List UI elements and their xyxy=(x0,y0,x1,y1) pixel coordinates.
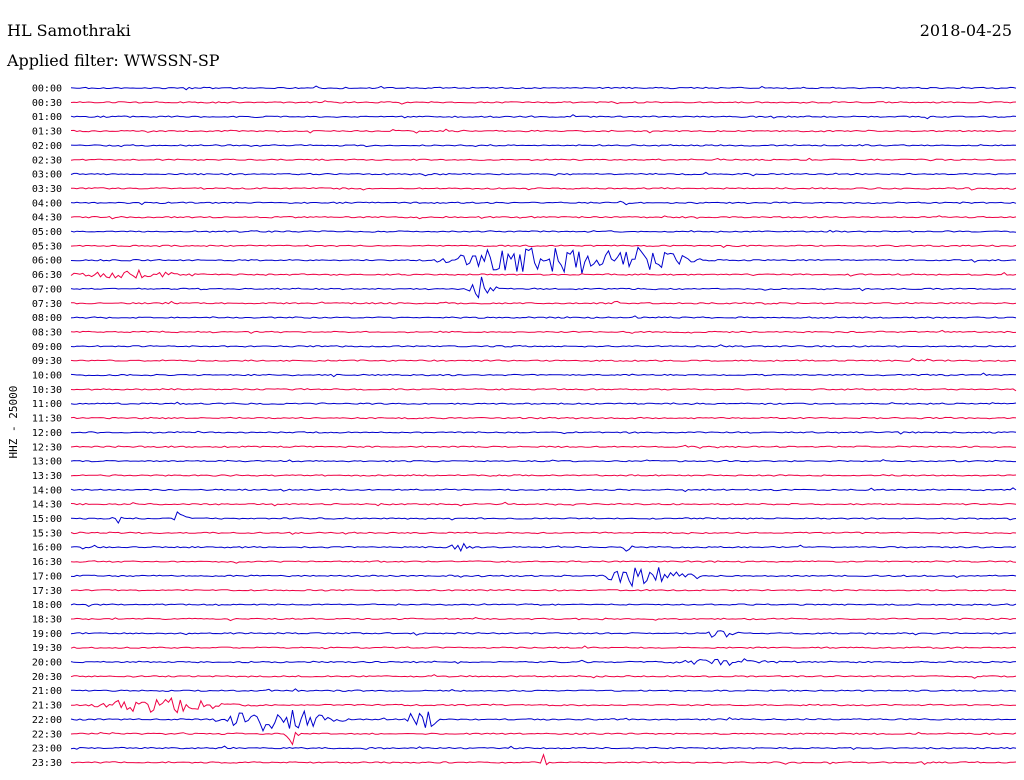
row-time-label: 23:30 xyxy=(32,758,62,769)
trace-row xyxy=(70,588,1016,592)
row-time-label: 19:00 xyxy=(32,629,62,640)
row-time-label: 11:00 xyxy=(32,399,62,410)
trace-row xyxy=(70,709,1017,733)
trace-row xyxy=(70,416,1017,420)
row-time-label: 17:00 xyxy=(32,571,62,582)
helicorder-plot: 00:00 00:30 01:00 01:30 02:00 02:30 03:00 03:30… xyxy=(32,84,1017,769)
row-time-label: 03:00 xyxy=(32,170,62,181)
trace-row xyxy=(70,128,1017,134)
trace-row xyxy=(70,487,1017,493)
trace-row xyxy=(70,276,1017,299)
trace-row xyxy=(70,144,1017,148)
trace-row xyxy=(70,268,1017,279)
trace-row xyxy=(70,658,1017,667)
row-time-label: 14:00 xyxy=(32,485,62,496)
row-time-label: 15:30 xyxy=(32,528,62,539)
trace-row xyxy=(70,430,1017,435)
trace-row xyxy=(70,244,1017,248)
row-time-label: 08:00 xyxy=(32,313,62,324)
trace-row xyxy=(70,187,1017,191)
trace-row xyxy=(70,157,1017,162)
trace-row xyxy=(70,357,1017,362)
row-time-label: 06:30 xyxy=(32,270,62,281)
trace-row xyxy=(70,444,1017,449)
row-time-label: 19:30 xyxy=(32,643,62,654)
trace-row xyxy=(70,511,1017,524)
row-time-label: 09:30 xyxy=(32,356,62,367)
row-time-label: 07:30 xyxy=(32,299,62,310)
row-time-label: 02:30 xyxy=(32,155,62,166)
row-time-label: 14:30 xyxy=(32,500,62,511)
trace-row xyxy=(70,85,1017,91)
helicorder-rows: 00:00 00:30 01:00 01:30 02:00 02:30 03:00 03:30… xyxy=(32,84,1017,769)
row-time-label: 21:30 xyxy=(32,701,62,712)
trace-row xyxy=(70,567,1017,588)
row-time-label: 08:30 xyxy=(32,327,62,338)
row-time-label: 06:00 xyxy=(32,256,62,267)
trace-row xyxy=(70,401,1017,406)
row-time-label: 22:00 xyxy=(32,715,62,726)
trace-row xyxy=(70,100,1017,105)
trace-row xyxy=(70,329,1017,334)
row-time-label: 10:00 xyxy=(32,371,62,382)
trace-row xyxy=(70,531,1017,535)
trace-row xyxy=(70,674,1017,679)
row-time-label: 16:00 xyxy=(32,543,62,554)
trace-row xyxy=(70,344,1017,348)
trace-row xyxy=(70,459,1016,463)
row-time-label: 22:30 xyxy=(32,729,62,740)
trace-row xyxy=(70,745,1017,750)
trace-row xyxy=(70,474,1017,477)
trace-row xyxy=(70,696,1016,714)
row-time-label: 20:30 xyxy=(32,672,62,683)
row-time-label: 00:30 xyxy=(32,98,62,109)
row-time-label: 21:00 xyxy=(32,686,62,697)
row-time-label: 03:30 xyxy=(32,184,62,195)
trace-row xyxy=(70,753,1017,766)
trace-row xyxy=(70,114,1017,120)
row-time-label: 05:00 xyxy=(32,227,62,238)
row-time-label: 01:30 xyxy=(32,127,62,138)
trace-row xyxy=(70,246,1017,274)
trace-row xyxy=(70,300,1017,305)
row-time-label: 17:30 xyxy=(32,586,62,597)
trace-row xyxy=(70,315,1017,319)
row-time-label: 01:00 xyxy=(32,112,62,123)
trace-row xyxy=(70,372,1017,378)
row-time-label: 02:00 xyxy=(32,141,62,152)
row-time-label: 18:30 xyxy=(32,614,62,625)
row-time-label: 16:30 xyxy=(32,557,62,568)
trace-row xyxy=(70,645,1017,650)
row-time-label: 05:30 xyxy=(32,241,62,252)
row-time-label: 23:00 xyxy=(32,744,62,755)
row-time-label: 13:00 xyxy=(32,457,62,468)
trace-row xyxy=(70,501,1017,507)
row-time-label: 11:30 xyxy=(32,414,62,425)
trace-row xyxy=(70,616,1016,622)
row-time-label: 12:00 xyxy=(32,428,62,439)
row-time-label: 07:00 xyxy=(32,284,62,295)
trace-row xyxy=(70,542,1017,553)
trace-row xyxy=(71,688,1017,692)
trace-row xyxy=(70,731,1017,746)
row-time-label: 10:30 xyxy=(32,385,62,396)
trace-row xyxy=(70,171,1017,177)
row-time-label: 20:00 xyxy=(32,658,62,669)
trace-row xyxy=(70,388,1017,392)
row-time-label: 18:00 xyxy=(32,600,62,611)
trace-row xyxy=(70,200,1017,206)
trace-row xyxy=(70,630,1017,638)
trace-row xyxy=(70,560,1017,564)
trace-row xyxy=(70,603,1017,607)
row-time-label: 04:00 xyxy=(32,198,62,209)
row-time-label: 00:00 xyxy=(32,84,62,95)
row-time-label: 09:00 xyxy=(32,342,62,353)
trace-row xyxy=(70,215,1017,220)
row-time-label: 13:30 xyxy=(32,471,62,482)
row-time-label: 12:30 xyxy=(32,442,62,453)
trace-row xyxy=(70,229,1017,233)
row-time-label: 15:00 xyxy=(32,514,62,525)
row-time-label: 04:30 xyxy=(32,213,62,224)
